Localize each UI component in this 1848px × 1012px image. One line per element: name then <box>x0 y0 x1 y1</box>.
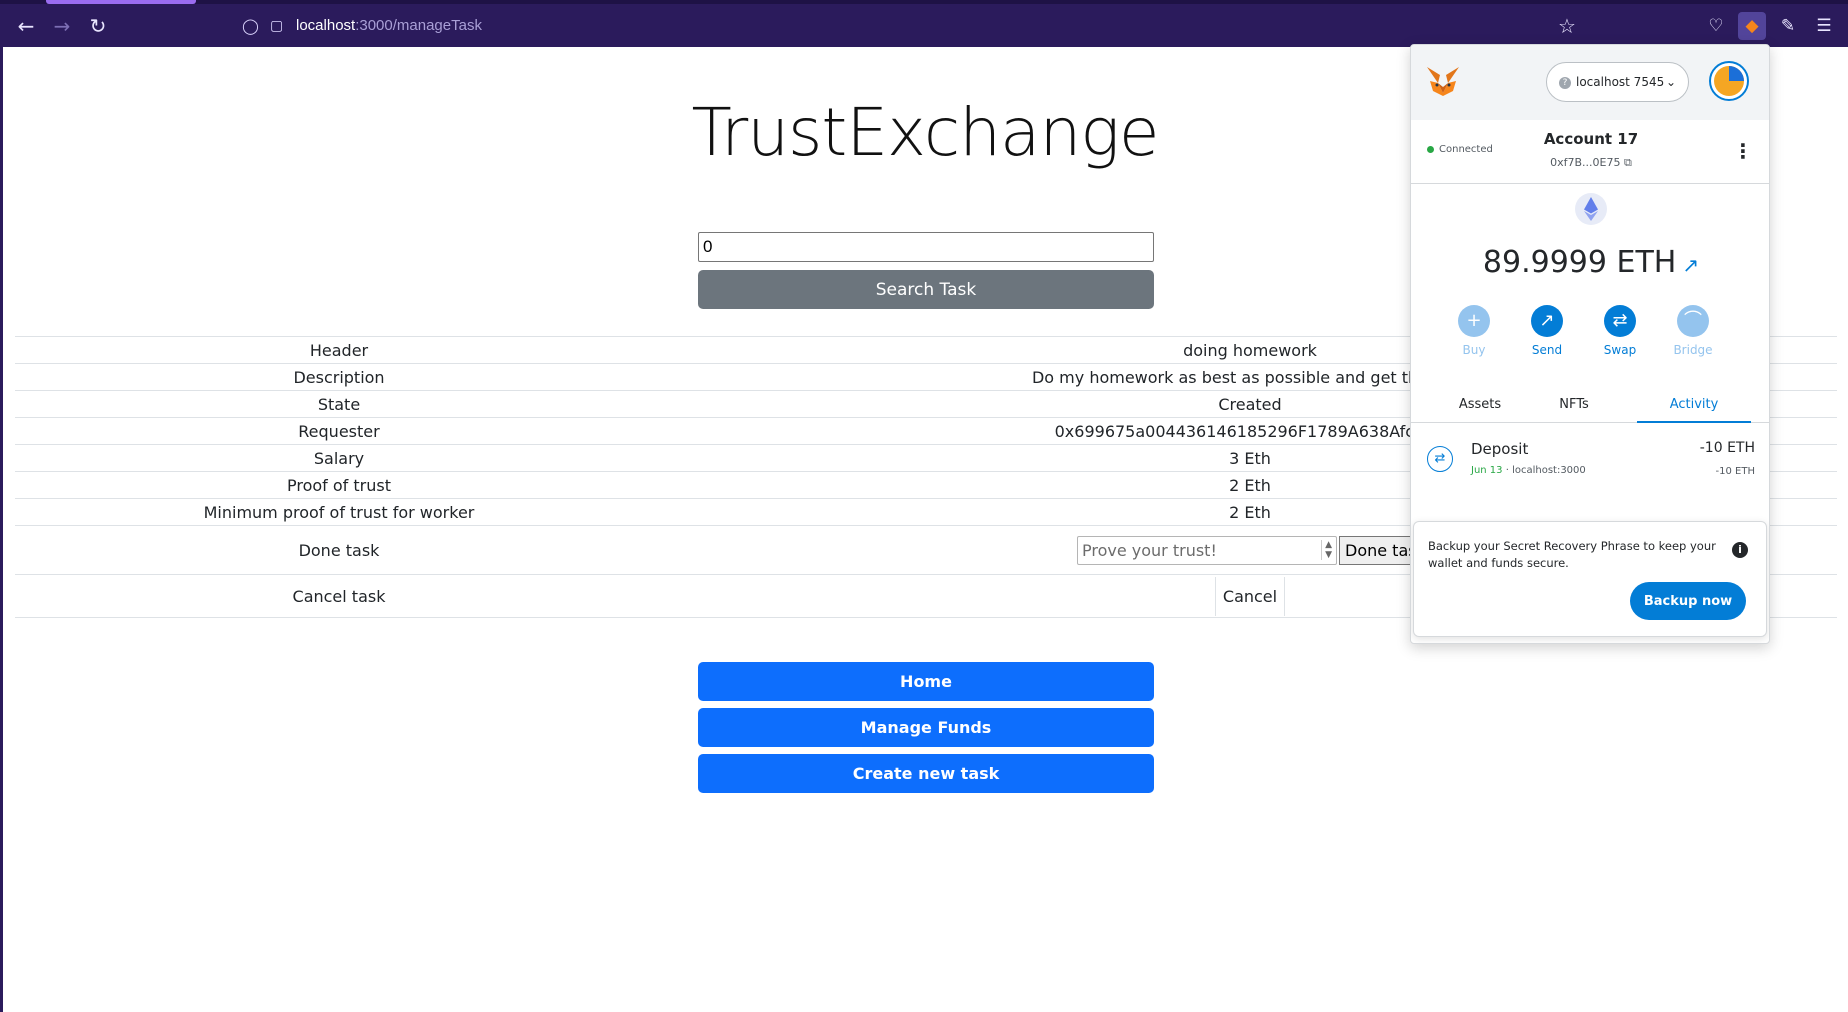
cancel-task-button[interactable]: Cancel <box>1223 587 1277 606</box>
swap-label: Swap <box>1603 343 1637 357</box>
tab-activity[interactable]: Activity <box>1637 393 1751 423</box>
account-address[interactable]: 0xf7B...0E75 ⧉ <box>1501 156 1681 170</box>
star-icon[interactable]: ☆ <box>1554 14 1580 38</box>
account-address-text: 0xf7B...0E75 <box>1550 156 1621 169</box>
chevron-down-icon: ⌄ <box>1665 75 1676 89</box>
avatar-fill-accent <box>1729 66 1744 81</box>
task-id-input[interactable] <box>698 232 1154 262</box>
network-status-icon: ? <box>1559 76 1571 89</box>
row-label: Header <box>15 336 663 364</box>
row-label: Proof of trust <box>15 471 663 499</box>
balance-amount: 89.9999 ETH <box>1482 245 1677 280</box>
connection-status-text: Connected <box>1439 144 1493 155</box>
create-new-task-button[interactable]: Create new task <box>698 754 1154 793</box>
cancel-cell: Cancel <box>1214 576 1286 616</box>
extensions-icon[interactable]: ✎ <box>1774 12 1802 40</box>
copy-icon[interactable]: ⧉ <box>1624 156 1632 169</box>
back-arrow-icon[interactable]: ← <box>12 12 40 40</box>
backup-reminder: Backup your Secret Recovery Phrase to ke… <box>1413 521 1767 637</box>
row-label: Minimum proof of trust for worker <box>15 498 663 526</box>
plus-icon: + <box>1458 305 1490 337</box>
transaction-amount: -10 ETH <box>1699 440 1755 456</box>
browser-toolbar: ← → ↻ ◯ ▢ localhost:3000/manageTask ☆ ♡ … <box>0 0 1848 47</box>
row-label: Done task <box>15 525 663 575</box>
row-label: Description <box>15 363 663 391</box>
send-arrow-icon: ↗ <box>1531 305 1563 337</box>
connected-dot-icon <box>1427 145 1434 153</box>
bridge-button[interactable]: ⌒ Bridge <box>1668 305 1718 357</box>
url-host: localhost <box>296 17 356 34</box>
home-button[interactable]: Home <box>698 662 1154 701</box>
account-avatar[interactable] <box>1709 61 1749 101</box>
active-tab[interactable] <box>46 0 196 4</box>
metamask-header: ? localhost 7545 ⌄ <box>1411 45 1769 120</box>
row-label: Salary <box>15 444 663 472</box>
backup-now-button[interactable]: Backup now <box>1630 582 1746 620</box>
activity-list-item[interactable]: ⇄ Deposit Jun 13 · localhost:3000 -10 ET… <box>1411 430 1769 490</box>
info-icon[interactable]: i <box>1732 542 1748 558</box>
screen: ← → ↻ ◯ ▢ localhost:3000/manageTask ☆ ♡ … <box>0 0 1848 1012</box>
metamask-popup: ? localhost 7545 ⌄ Connected Account 17 0… <box>1410 44 1770 644</box>
prove-trust-input[interactable]: Prove your trust! ▲ ▼ <box>1077 535 1337 565</box>
ethereum-icon <box>1575 193 1607 225</box>
metamask-logo-icon[interactable] <box>1425 63 1461 99</box>
swap-button[interactable]: ⇄ Swap <box>1595 305 1645 357</box>
buy-label: Buy <box>1462 343 1486 357</box>
transaction-swap-icon: ⇄ <box>1427 446 1453 472</box>
prove-trust-group: Prove your trust! ▲ ▼ Done task <box>1077 535 1423 565</box>
account-section: Connected Account 17 0xf7B...0E75 ⧉ ⋮ <box>1411 120 1769 184</box>
url-text[interactable]: localhost:3000/manageTask <box>296 16 482 36</box>
manage-funds-button[interactable]: Manage Funds <box>698 708 1154 747</box>
reload-icon[interactable]: ↻ <box>84 12 112 40</box>
page-icon[interactable]: ▢ <box>270 16 286 36</box>
row-label: Requester <box>15 417 663 445</box>
address-bar[interactable]: ◯ ▢ localhost:3000/manageTask ☆ <box>232 10 1592 42</box>
send-button[interactable]: ↗ Send <box>1522 305 1572 357</box>
shield-icon[interactable]: ◯ <box>242 16 260 36</box>
network-selector[interactable]: ? localhost 7545 ⌄ <box>1546 62 1689 102</box>
connection-status[interactable]: Connected <box>1427 144 1493 155</box>
transaction-title: Deposit <box>1471 440 1529 458</box>
bridge-label: Bridge <box>1673 343 1713 357</box>
transaction-origin: · localhost:3000 <box>1502 465 1586 476</box>
metamask-fox-icon[interactable]: ◆ <box>1738 12 1766 40</box>
buy-button[interactable]: + Buy <box>1449 305 1499 357</box>
portfolio-chart-icon[interactable]: ↗ <box>1682 253 1699 277</box>
transaction-date: Jun 13 <box>1471 465 1503 476</box>
transaction-subtitle: Jun 13 · localhost:3000 <box>1471 465 1586 476</box>
balance-display: 89.9999 ETH ↗ <box>1411 245 1769 280</box>
tab-nfts[interactable]: NFTs <box>1521 393 1627 423</box>
network-name: localhost 7545 <box>1576 75 1665 89</box>
menu-icon[interactable]: ☰ <box>1810 12 1838 40</box>
search-task-button[interactable]: Search Task <box>698 270 1154 309</box>
row-label: State <box>15 390 663 418</box>
backup-message: Backup your Secret Recovery Phrase to ke… <box>1428 539 1716 570</box>
transaction-amount-secondary: -10 ETH <box>1715 466 1755 477</box>
wallet-tabs: Assets NFTs Activity <box>1411 393 1769 423</box>
prove-trust-placeholder: Prove your trust! <box>1082 540 1217 560</box>
app-title: TrustExchange <box>691 94 1159 171</box>
url-path: :3000/manageTask <box>355 17 482 34</box>
kebab-menu-icon[interactable]: ⋮ <box>1733 138 1753 164</box>
account-name[interactable]: Account 17 <box>1501 130 1681 148</box>
row-label: Cancel task <box>15 574 663 618</box>
swap-icon: ⇄ <box>1604 305 1636 337</box>
pocket-icon[interactable]: ♡ <box>1702 12 1730 40</box>
forward-arrow-icon[interactable]: → <box>48 12 76 40</box>
stepper-icon[interactable]: ▲ ▼ <box>1321 540 1332 560</box>
send-label: Send <box>1531 343 1563 357</box>
wallet-actions: + Buy ↗ Send ⇄ Swap ⌒ Bridge <box>1449 305 1739 365</box>
bridge-icon: ⌒ <box>1677 305 1709 337</box>
tab-strip <box>0 0 1848 4</box>
